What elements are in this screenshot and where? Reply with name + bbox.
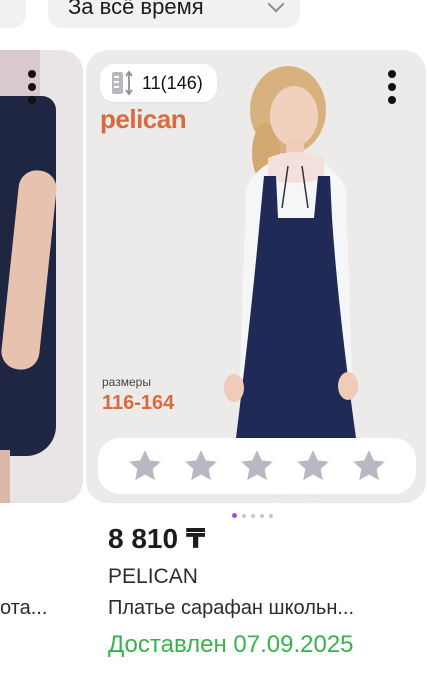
size-count: 11(146) [142, 72, 203, 93]
star-icon[interactable] [293, 446, 333, 486]
size-icon [112, 70, 133, 96]
filter-bar: За всё время [0, 0, 427, 30]
product-card-previous[interactable] [0, 50, 83, 503]
delivery-status: Доставлен 07.09.2025 [108, 631, 354, 658]
star-icon[interactable] [237, 446, 277, 486]
filter-chip-prev[interactable] [0, 0, 26, 28]
product-title[interactable]: Платье сарафан школьн... [108, 597, 408, 620]
pagination-dot [251, 513, 255, 518]
more-vertical-icon[interactable] [28, 70, 36, 104]
pagination-dot [260, 513, 264, 518]
rating-stars[interactable] [98, 438, 416, 494]
pagination-dot [269, 513, 273, 518]
star-icon[interactable] [181, 446, 221, 486]
image-pagination [232, 513, 273, 518]
sizes-range: 116-164 [102, 392, 175, 414]
more-vertical-icon[interactable] [388, 70, 396, 104]
previous-product-title[interactable]: ота... [0, 597, 47, 620]
product-price: 8 810 ₸ [108, 523, 206, 554]
pagination-dot [242, 513, 246, 518]
product-brand: PELICAN [108, 565, 198, 588]
chevron-down-icon [267, 0, 285, 13]
product-image-fragment [0, 450, 10, 503]
brand-logo: pelican [100, 104, 187, 134]
size-badge: 11(146) [100, 64, 217, 102]
pagination-dot [232, 513, 237, 518]
product-photo [224, 66, 358, 498]
period-filter-label: За всё время [68, 0, 204, 19]
period-filter-chip[interactable]: За всё время [48, 0, 300, 28]
star-icon[interactable] [125, 446, 165, 486]
star-icon[interactable] [349, 446, 389, 486]
product-card[interactable]: 11(146) pelican размеры 116-164 [86, 50, 426, 503]
sizes-label: размеры [102, 375, 151, 389]
